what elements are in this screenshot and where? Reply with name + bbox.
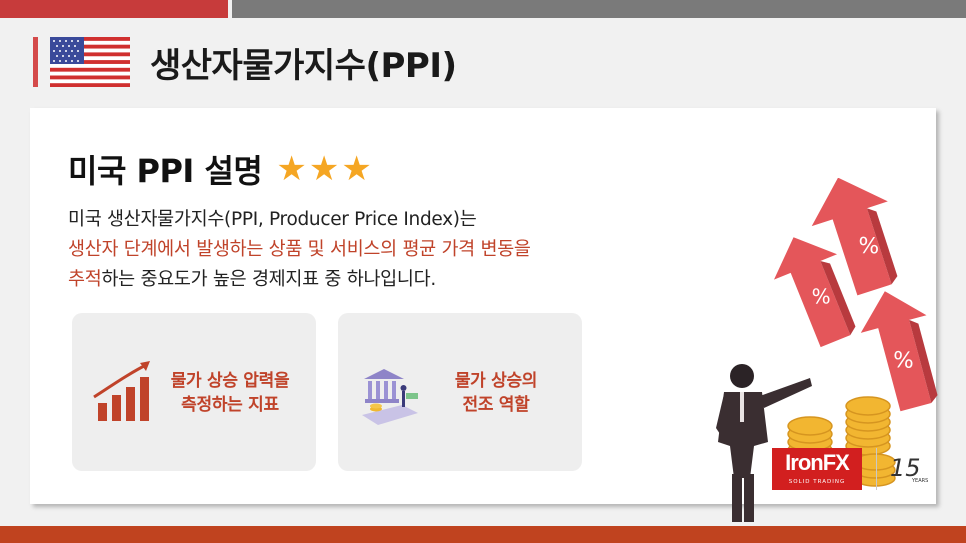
description-highlight-1: 생산자 단계에서 발생하는 상품 및 서비스의 평균 가격 변동을 [68,239,531,260]
feature-box-inflation-precursor: 물가 상승의 전조 역할 [338,313,582,471]
card-heading-text: 미국 PPI 설명 [68,152,263,190]
svg-text:%: % [812,284,831,308]
description-highlight-2: 추적 [68,269,102,290]
card-heading: 미국 PPI 설명 ★★★ [68,146,374,192]
bottom-accent-bar [0,526,966,543]
svg-text:%: % [858,234,880,260]
title-accent-bar [33,37,38,87]
title-row: 생산자물가지수(PPI) [33,36,457,88]
15-years-logo: 15 YEARS [890,454,928,484]
description-rest: 하는 중요도가 높은 경제지표 중 하나입니다. [101,269,436,290]
top-accent-bar-red [0,0,228,18]
logo-divider [876,448,877,490]
svg-text:YEARS: YEARS [911,478,928,484]
ironfx-logo-brand: IronFX [785,450,850,475]
feature-box-inflation-pressure: 물가 상승 압력을 측정하는 지표 [72,313,316,471]
feature-label-inflation-precursor: 물가 상승의 전조 역할 [454,371,538,415]
svg-text:%: % [892,348,914,374]
content-card: 미국 PPI 설명 ★★★ 미국 생산자물가지수(PPI, Producer P… [30,108,938,522]
top-accent-bar-gray [232,0,966,18]
description-paragraph: 미국 생산자물가지수(PPI, Producer Price Index)는 생… [68,205,608,295]
rating-stars-icon: ★★★ [276,149,374,189]
us-flag-icon [50,37,130,87]
ironfx-logo-tagline: SOLID TRADING [788,479,846,485]
description-line-1: 미국 생산자물가지수(PPI, Producer Price Index)는 [68,209,477,230]
page-title: 생산자물가지수(PPI) [150,45,457,86]
bank-money-icon [362,369,418,425]
description-line-3: 추적하는 중요도가 높은 경제지표 중 하나입니다. [68,265,608,295]
feature-label-inflation-pressure: 물가 상승 압력을 측정하는 지표 [170,371,290,415]
rising-bar-chart-icon [93,361,150,421]
red-arrow-percent-icon: % [860,291,938,412]
ironfx-logo: IronFX SOLID TRADING [772,448,862,490]
